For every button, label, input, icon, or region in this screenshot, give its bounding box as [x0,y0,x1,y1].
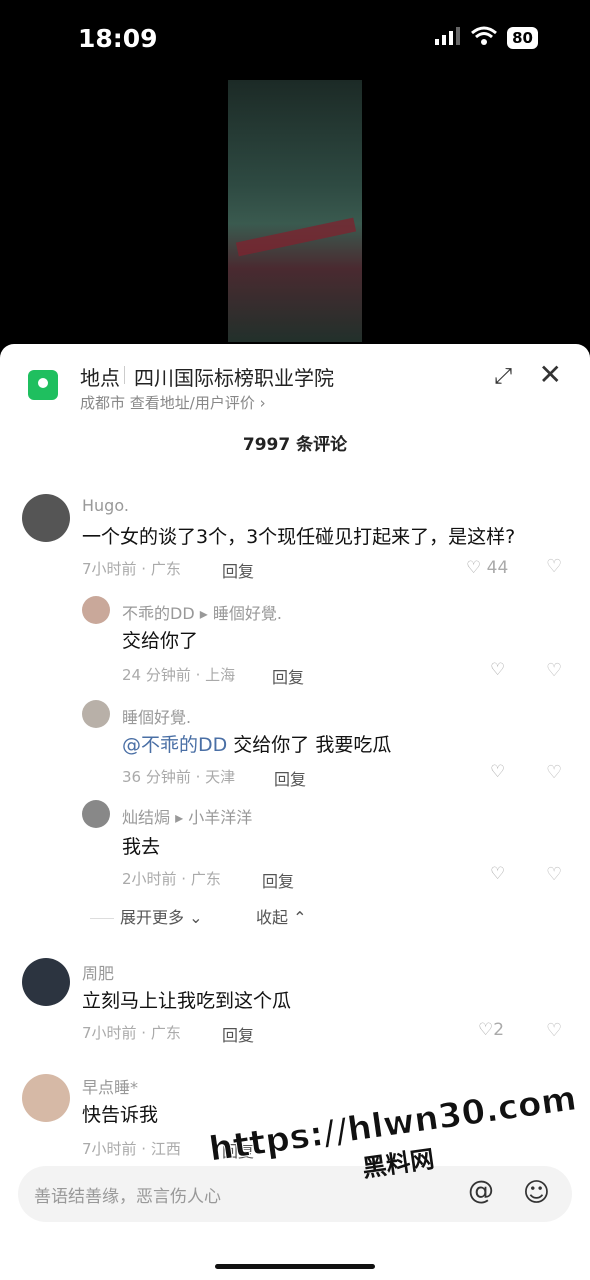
reply-button[interactable]: 回复 [262,868,294,892]
video-thumbnail[interactable] [228,80,362,342]
like-count: 2 [493,1020,505,1040]
location-pin-icon [28,370,58,400]
comment-author[interactable]: Hugo. [82,496,129,515]
battery-icon: 80 [507,27,538,49]
comment-sheet: 地点 四川国际标榜职业学院 成都市 查看地址/用户评价 › ⤢ ✕ 7997 条… [0,344,590,1280]
comment-author[interactable]: 周肥 [82,960,114,984]
heart-icon: ♡ [478,1020,494,1040]
dislike-icon[interactable]: ♡ [546,1020,562,1041]
comment-author[interactable]: 睡個好覺. [122,704,191,728]
avatar[interactable] [82,596,110,624]
collapse-button[interactable]: 收起 ⌃ [256,904,307,928]
expand-more-label: 展开更多 ⌄ [120,908,203,927]
status-time: 18:09 [78,24,158,53]
comment-text[interactable]: 立刻马上让我吃到这个瓜 [82,986,291,1013]
comment-text[interactable]: 一个女的谈了3个，3个现任碰见打起来了，是这样? [82,522,515,549]
expand-more-button[interactable]: 展开更多 ⌄ [90,904,203,928]
avatar[interactable] [22,958,70,1006]
wifi-icon [471,26,498,50]
signal-icon [435,27,461,49]
avatar[interactable] [82,800,110,828]
status-bar: 18:09 80 [0,0,590,80]
avatar[interactable] [82,700,110,728]
location-sub-link[interactable]: 成都市 查看地址/用户评价 › [80,392,266,413]
comment-count: 7997 条评论 [242,435,348,455]
location-name[interactable]: 四川国际标榜职业学院 [134,362,334,391]
reply-button[interactable]: 回复 [222,558,254,582]
avatar[interactable] [22,494,70,542]
expand-icon[interactable]: ⤢ [494,364,512,389]
at-mention-icon[interactable]: @ [468,1176,494,1206]
like-icon[interactable]: ♡ [490,762,505,782]
dislike-icon[interactable]: ♡ [546,556,562,577]
comment-text[interactable]: 交给你了 [122,626,198,653]
comment-text[interactable]: 我去 [122,832,160,859]
like-count: 44 [486,558,509,578]
comment-meta: 2小时前 · 广东 [122,870,221,888]
comment-meta: 7小时前 · 广东 [82,560,181,578]
dislike-icon[interactable]: ♡ [546,864,562,885]
home-indicator [215,1264,375,1269]
like-button[interactable]: ♡ 44 [466,558,508,578]
dislike-icon[interactable]: ♡ [546,762,562,783]
avatar[interactable] [22,1074,70,1122]
comment-text[interactable]: @不乖的DD 交给你了 我要吃瓜 [122,730,391,757]
divider [124,366,125,384]
reply-button[interactable]: 回复 [272,664,304,688]
comment-text[interactable]: 快告诉我 [82,1100,158,1127]
divider [90,918,114,919]
comment-author[interactable]: 早点睡* [82,1074,138,1098]
reply-button[interactable]: 回复 [222,1022,254,1046]
comment-author[interactable]: 灿结焗 ▸ 小羊洋洋 [122,804,252,828]
comment-meta: 7小时前 · 江西 [82,1140,181,1158]
comment-meta: 36 分钟前 · 天津 [122,768,236,786]
video-detail [235,217,357,257]
comment-author[interactable]: 不乖的DD ▸ 睡個好覺. [122,600,282,624]
mention-link[interactable]: @不乖的DD [122,734,227,756]
status-icons: 80 [435,26,538,50]
dislike-icon[interactable]: ♡ [546,660,562,681]
comment-text-body: 交给你了 我要吃瓜 [227,734,392,756]
emoji-icon[interactable]: ☺ [523,1178,550,1208]
comment-meta: 7小时前 · 广东 [82,1024,181,1042]
reply-button[interactable]: 回复 [274,766,306,790]
comment-meta: 24 分钟前 · 上海 [122,666,236,684]
heart-icon: ♡ [466,558,482,578]
like-icon[interactable]: ♡ [490,864,505,884]
like-button[interactable]: ♡2 [478,1020,504,1040]
like-icon[interactable]: ♡ [490,660,505,680]
close-icon[interactable]: ✕ [539,358,562,391]
location-label: 地点 [80,366,120,390]
comment-input-placeholder: 善语结善缘，恶言伤人心 [34,1187,221,1207]
